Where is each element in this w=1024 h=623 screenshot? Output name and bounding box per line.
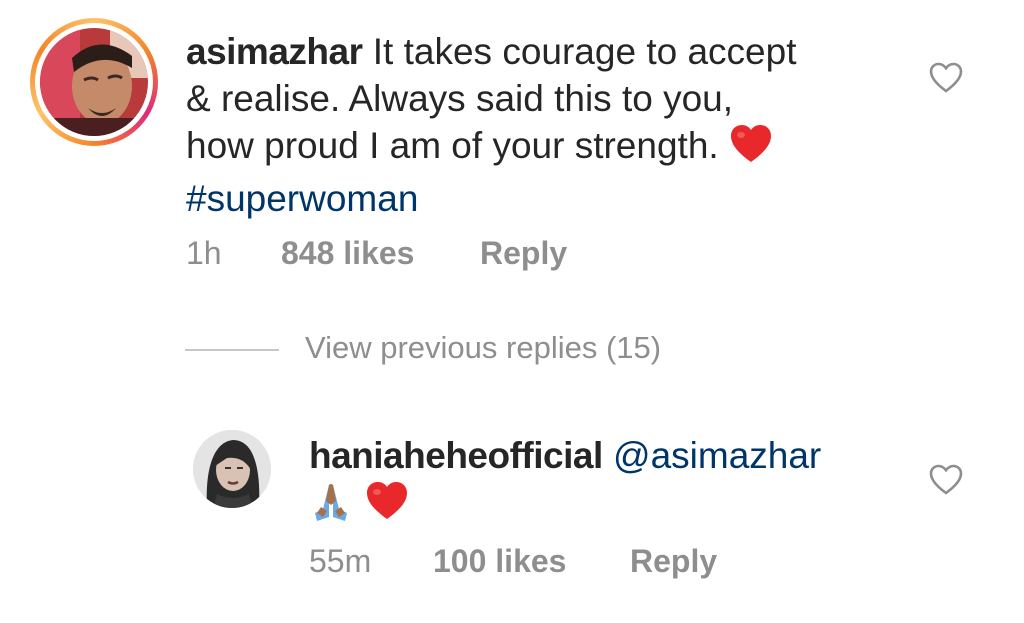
avatar[interactable] (193, 430, 271, 508)
avatar-story-ring[interactable] (30, 18, 158, 146)
heart-outline-icon[interactable] (929, 62, 963, 94)
comment-item: asimazhar It takes courage to accept & r… (0, 0, 1024, 290)
comment-meta: 1h 848 likes Reply (186, 235, 786, 275)
reply-meta: 55m 100 likes Reply (309, 543, 869, 583)
view-previous-replies[interactable]: View previous replies (15) (185, 330, 885, 370)
reply-emojis (309, 479, 909, 529)
reply-timestamp: 55m (309, 543, 372, 579)
reply-username[interactable]: haniaheheofficial (309, 435, 603, 476)
comment-timestamp: 1h (186, 235, 222, 271)
view-previous-replies-label[interactable]: View previous replies (15) (305, 330, 661, 366)
comment-text-line3: how proud I am of your strength. (186, 125, 719, 166)
reply-likes-count[interactable]: 100 likes (433, 543, 566, 580)
folded-hands-emoji (315, 484, 347, 521)
heart-outline-icon[interactable] (929, 464, 963, 496)
comment-username[interactable]: asimazhar (186, 31, 363, 72)
comment-likes-count[interactable]: 848 likes (281, 235, 414, 272)
red-heart-emoji (729, 124, 773, 175)
user-photo-icon (40, 28, 148, 136)
comment-text-line1: It takes courage to accept (372, 31, 797, 72)
comment-text-line2: & realise. Always said this to you, (186, 78, 734, 119)
comment-reply-button[interactable]: Reply (480, 235, 567, 272)
reply-item: haniaheheofficial @asimazhar 55m 100 lik… (0, 410, 1024, 623)
comment-hashtag[interactable]: #superwoman (186, 175, 886, 222)
comment-body: asimazhar It takes courage to accept & r… (186, 28, 886, 222)
reply-reply-button[interactable]: Reply (630, 543, 717, 580)
reply-mention[interactable]: @asimazhar (613, 435, 821, 476)
replies-divider-line (185, 349, 279, 351)
reply-body: haniaheheofficial @asimazhar (309, 432, 909, 529)
red-heart-emoji (367, 482, 408, 519)
avatar (40, 28, 148, 136)
user-photo-icon (193, 430, 271, 508)
